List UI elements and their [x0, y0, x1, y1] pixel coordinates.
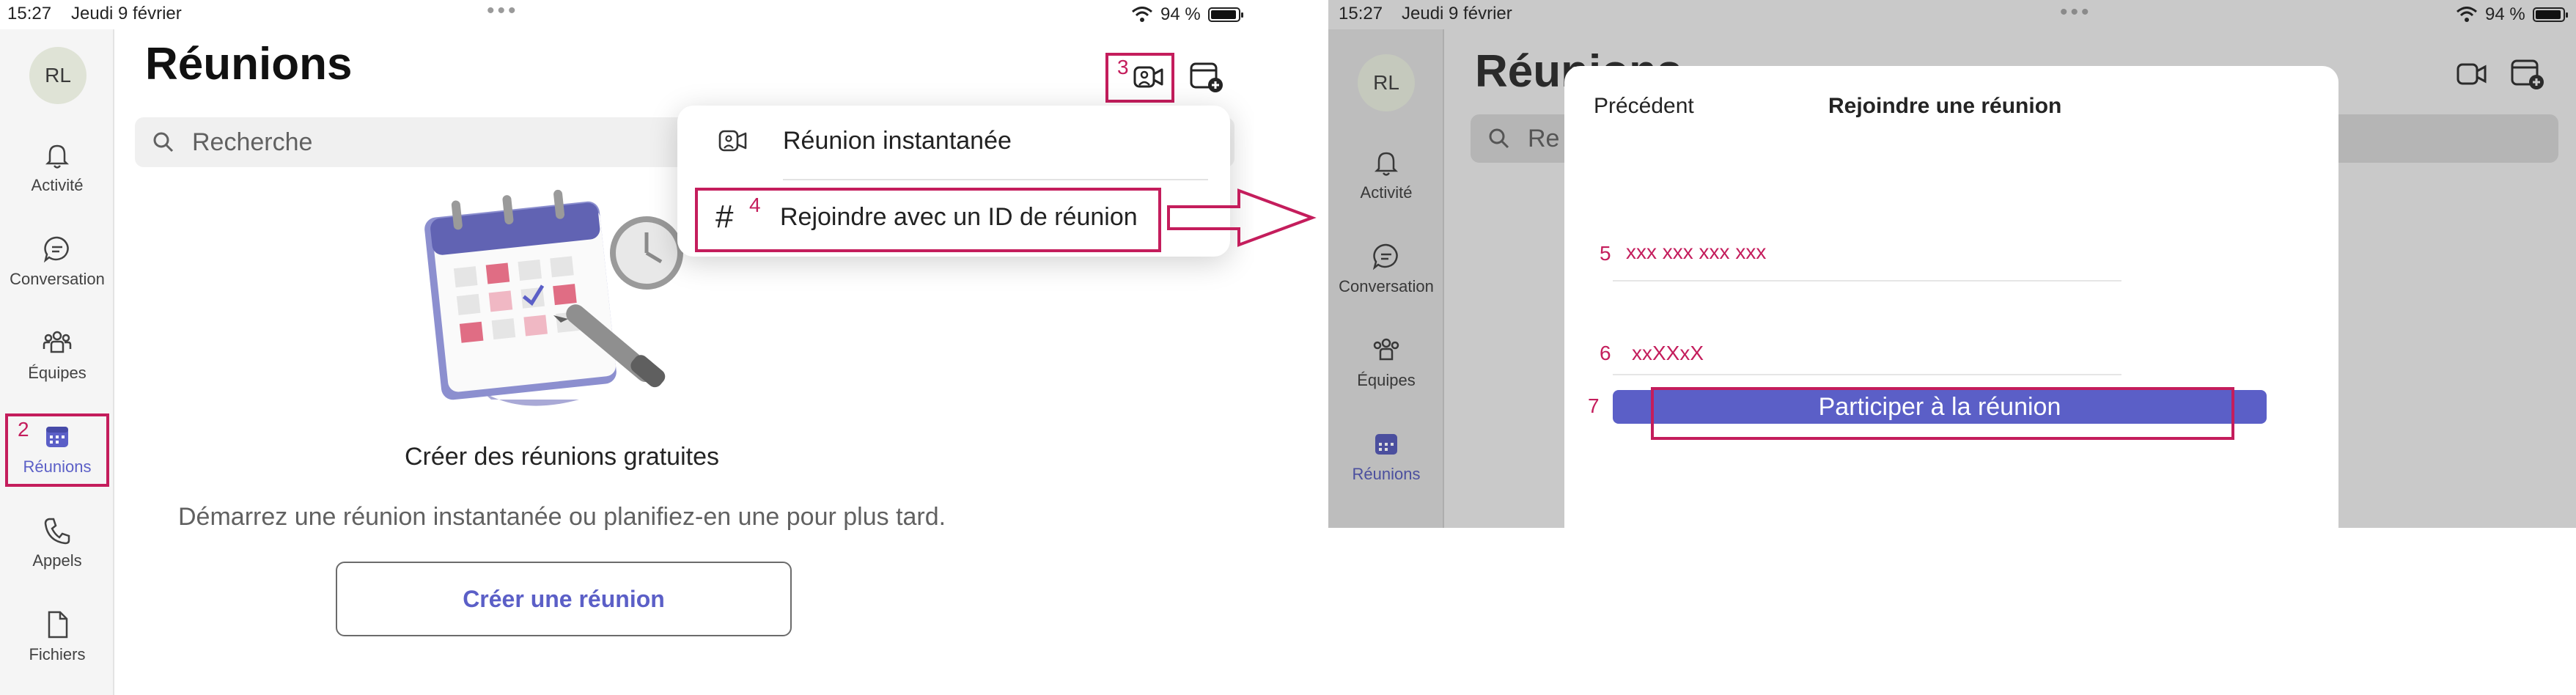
empty-state-subtitle: Démarrez une réunion instantanée ou plan…	[178, 503, 946, 531]
arrow-right-icon	[1167, 188, 1317, 247]
calendar-icon	[1375, 434, 1397, 455]
bell-icon	[45, 144, 70, 169]
annotation-box-join-id	[695, 188, 1161, 252]
rail-item-teams[interactable]: Équipes	[1328, 334, 1444, 390]
rail-label-calls: Appels	[32, 551, 82, 570]
new-meeting-calendar-icon[interactable]	[1189, 62, 1224, 94]
chat-icon	[1372, 243, 1398, 271]
page-title: Réunions	[145, 39, 353, 89]
back-button[interactable]: Précédent	[1594, 94, 1694, 119]
rail-label-conversation: Conversation	[10, 270, 105, 288]
empty-state-title: Créer des réunions gratuites	[405, 443, 720, 471]
video-camera-icon	[718, 130, 747, 152]
teams-icon	[43, 331, 72, 353]
rail-item-conversation[interactable]: Conversation	[0, 233, 114, 289]
search-icon	[1489, 128, 1509, 149]
rail-label-activity: Activité	[1360, 183, 1413, 202]
rail-item-teams[interactable]: Équipes	[0, 327, 114, 383]
annotation-step-7: 7	[1588, 394, 1600, 417]
battery-icon	[2532, 7, 2568, 22]
menu-label-instant-meeting: Réunion instantanée	[783, 126, 1012, 155]
join-meeting-screen: 15:27 Jeudi 9 février ••• 94 % RL Activi…	[1328, 0, 2576, 528]
rail-label-meetings: Réunions	[1352, 465, 1421, 483]
meetings-screen: 15:27 Jeudi 9 février ••• 94 % RL Activi…	[0, 0, 1254, 695]
annotation-step-2: 2	[18, 418, 29, 441]
status-time: 15:27	[7, 4, 52, 23]
rail-item-files[interactable]: Fichiers	[0, 608, 114, 664]
wifi-icon	[1132, 7, 1152, 22]
calendar-clock-pen-illustration	[424, 189, 683, 406]
avatar[interactable]: RL	[1358, 54, 1415, 111]
battery-percent: 94 %	[1160, 4, 1201, 24]
battery-percent: 94 %	[2485, 4, 2525, 24]
battery-fill	[2535, 10, 2561, 19]
chat-icon	[43, 236, 69, 263]
battery-icon	[1207, 7, 1243, 22]
status-date: Jeudi 9 février	[1402, 4, 1512, 23]
annotation-step-4: 4	[749, 194, 761, 216]
search-placeholder: Recherche	[192, 128, 313, 156]
rail-item-conversation[interactable]: Conversation	[1328, 240, 1444, 296]
file-icon	[48, 611, 68, 639]
annotation-box-camera	[1105, 53, 1174, 103]
video-camera-icon	[2457, 63, 2487, 85]
rail-label-files: Fichiers	[29, 645, 86, 663]
passcode-field[interactable]: xxXXxX	[1632, 342, 1704, 365]
wifi-icon	[2457, 7, 2477, 22]
menu-item-instant-meeting[interactable]: Réunion instantanée	[718, 120, 1012, 161]
app-rail: RL Activité Conversation Équipes Réunion…	[0, 29, 114, 695]
bell-icon	[1374, 152, 1399, 176]
status-bar: 15:27 Jeudi 9 février ••• 94 %	[1328, 0, 2576, 29]
rail-label-teams: Équipes	[1357, 371, 1416, 389]
phone-icon	[44, 518, 70, 545]
rail-label-conversation: Conversation	[1339, 277, 1434, 295]
meeting-id-field[interactable]: xxx xxx xxx xxx	[1626, 240, 1766, 264]
status-time: 15:27	[1339, 4, 1383, 23]
rail-label-teams: Équipes	[28, 364, 87, 382]
rail-item-calls[interactable]: Appels	[0, 515, 114, 570]
join-meeting-dialog: Précédent Rejoindre une réunion 5 xxx xx…	[1564, 66, 2338, 528]
new-meeting-calendar-icon	[2511, 59, 2544, 89]
avatar[interactable]: RL	[29, 47, 87, 104]
search-icon	[153, 132, 174, 152]
multitasking-dots-icon[interactable]: •••	[2060, 0, 2092, 25]
dialog-title: Rejoindre une réunion	[1828, 94, 2062, 118]
rail-label-activity: Activité	[31, 176, 84, 194]
create-meeting-button[interactable]: Créer une réunion	[336, 562, 792, 636]
annotation-box-join-button	[1651, 387, 2234, 440]
rail-item-activity[interactable]: Activité	[1328, 147, 1444, 202]
app-rail: RL Activité Conversation Équipes Réunion…	[1328, 29, 1444, 528]
annotation-step-5: 5	[1600, 242, 1611, 265]
search-placeholder: Re	[1528, 124, 1560, 152]
rail-item-meetings[interactable]: Réunions	[1328, 428, 1444, 484]
status-indicators: 94 %	[2456, 4, 2568, 25]
passcode-underline	[1613, 374, 2121, 375]
rail-item-activity[interactable]: Activité	[0, 139, 114, 195]
menu-divider	[783, 179, 1208, 180]
meeting-id-underline	[1613, 280, 2121, 282]
battery-fill	[1210, 10, 1236, 19]
status-indicators: 94 %	[1131, 4, 1243, 25]
annotation-step-3: 3	[1117, 56, 1129, 78]
teams-icon	[1373, 338, 1399, 361]
annotation-step-6: 6	[1600, 342, 1611, 364]
status-date: Jeudi 9 février	[71, 4, 182, 23]
multitasking-dots-icon[interactable]: •••	[487, 0, 519, 23]
status-bar: 15:27 Jeudi 9 février ••• 94 %	[0, 0, 1254, 29]
